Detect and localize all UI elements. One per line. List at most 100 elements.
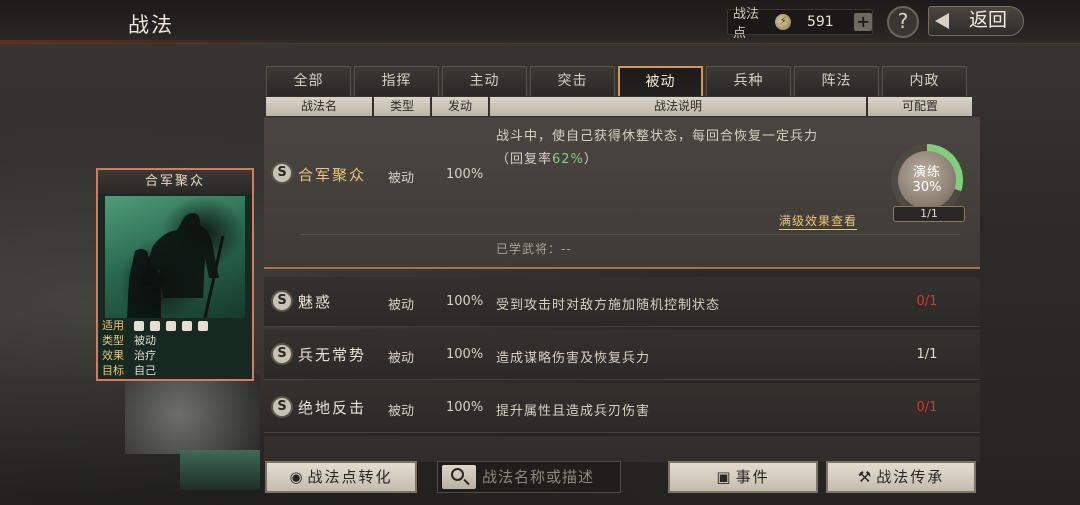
skill-point-icon: ◉ (289, 468, 305, 486)
skill-name: 合军聚众 (298, 166, 367, 184)
practice-percent: 30% (912, 180, 942, 195)
target-value: 自己 (134, 364, 156, 377)
add-points-button[interactable]: + (854, 13, 872, 31)
type-label: 类型 (102, 334, 124, 347)
siege-icon (198, 320, 208, 331)
back-label: 返回 (968, 9, 1007, 31)
recovery-rate: 62% (552, 152, 584, 167)
grade-s-badge: S (271, 396, 293, 418)
back-arrow-icon (935, 13, 949, 29)
convert-points-button[interactable]: ◉ 战法点转化 (265, 461, 417, 493)
grade-s-badge: S (271, 162, 293, 184)
tab-passive[interactable]: 被动 (618, 66, 703, 96)
top-bar-accent (0, 40, 300, 43)
header-configurable: 可配置 (868, 97, 972, 116)
skill-row-4-partial[interactable] (264, 436, 980, 462)
card-illustration (105, 196, 245, 318)
target-label: 目标 (102, 364, 124, 377)
skill-type: 被动 (388, 351, 415, 366)
card-title: 合军聚众 (98, 170, 252, 194)
skill-row-1[interactable]: S 魅惑 被动 100% 受到攻击时对敌方施加随机控制状态 0/1 (264, 277, 980, 327)
troop-type-icons (134, 318, 208, 333)
effect-value: 治疗 (134, 349, 156, 362)
apply-label: 适用 (102, 319, 124, 332)
card-info: 适用 类型 被动 效果 治疗 目标 自己 (102, 318, 252, 378)
event-label: 事件 (735, 468, 770, 486)
event-icon: ▣ (716, 468, 733, 486)
search-icon (451, 468, 464, 481)
header-type: 类型 (374, 97, 430, 116)
search-input[interactable] (482, 467, 616, 487)
effect-label: 效果 (102, 349, 124, 362)
help-button[interactable]: ? (887, 6, 919, 38)
card-effect-row: 效果 治疗 (102, 348, 252, 363)
skill-list[interactable]: S 合军聚众 被动 100% 战斗中，使自己获得休整状态，每回合恢复一定兵力 （… (264, 117, 980, 462)
skill-row-3[interactable]: S 绝地反击 被动 100% 提升属性且造成兵刃伤害 0/1 (264, 383, 980, 433)
tab-troop[interactable]: 兵种 (706, 66, 791, 96)
selected-skill-row[interactable]: S 合军聚众 被动 100% 战斗中，使自己获得休整状态，每回合恢复一定兵力 （… (264, 117, 980, 269)
tab-active[interactable]: 主动 (442, 66, 527, 96)
tab-internal[interactable]: 内政 (882, 66, 967, 96)
skill-row-2[interactable]: S 兵无常势 被动 100% 造成谋略伤害及恢复兵力 1/1 (264, 330, 980, 380)
recovery-label: （回复率 (496, 152, 553, 167)
card-apply-row: 适用 (102, 318, 252, 333)
bow-icon (166, 320, 176, 331)
header-description: 战法说明 (490, 97, 866, 116)
tab-formation[interactable]: 阵法 (794, 66, 879, 96)
page-title: 战法 (128, 13, 174, 37)
card-target-row: 目标 自己 (102, 363, 252, 378)
practice-count: 1/1 (893, 206, 965, 222)
grade-s-badge: S (271, 290, 293, 312)
cavalry-icon (134, 320, 144, 331)
card-type-row: 类型 被动 (102, 333, 252, 348)
config-count: 0/1 (916, 400, 938, 415)
tab-command[interactable]: 指挥 (354, 66, 439, 96)
row-divider (300, 234, 960, 235)
skill-trigger-rate: 100% (446, 347, 484, 362)
back-button[interactable]: 返回 (928, 6, 1024, 36)
tab-assault[interactable]: 突击 (530, 66, 615, 96)
skill-points-value: 591 (806, 14, 834, 30)
event-button[interactable]: ▣ 事件 (668, 461, 818, 493)
category-tabs: 全部 指挥 主动 突击 被动 兵种 阵法 内政 (266, 66, 967, 96)
skill-name: 绝地反击 (298, 399, 367, 417)
type-value: 被动 (134, 334, 156, 347)
skill-type: 被动 (388, 171, 415, 186)
shield-icon (150, 320, 160, 331)
card-back-art (125, 374, 260, 454)
recovery-close: ） (583, 152, 598, 167)
skill-points-label: 战法点 (733, 7, 760, 41)
top-bar: 战法 战法点 ⚡ 591 + ? 返回 (0, 0, 1080, 44)
convert-label: 战法点转化 (307, 468, 393, 486)
skill-description: 提升属性且造成兵刃伤害 (496, 404, 651, 419)
inherit-skill-button[interactable]: ⚒ 战法传承 (826, 461, 976, 493)
grade-s-badge: S (271, 343, 293, 365)
skill-type: 被动 (388, 298, 415, 313)
skill-trigger-rate: 100% (446, 294, 484, 309)
skill-name: 魅惑 (298, 293, 333, 311)
config-count: 1/1 (916, 347, 938, 362)
practice-label: 演练 (912, 165, 941, 180)
skill-card: 合军聚众 适用 类型 被动 效果 治疗 目标 自己 (96, 168, 254, 381)
hammer-icon: ⚒ (857, 468, 874, 486)
tab-all[interactable]: 全部 (266, 66, 351, 96)
learned-generals: 已学武将：-- (496, 242, 572, 256)
search-button[interactable] (442, 465, 476, 489)
header-skill-name: 战法名 (266, 97, 372, 116)
skill-description: 受到攻击时对敌方施加随机控制状态 (496, 298, 721, 313)
header-trigger: 发动 (432, 97, 488, 116)
spear-icon (182, 320, 192, 331)
skill-description: 造成谋略伤害及恢复兵力 (496, 351, 651, 366)
search-box[interactable] (437, 461, 621, 493)
full-level-effect-link[interactable]: 满级效果查看 (779, 212, 858, 230)
inherit-label: 战法传承 (876, 468, 945, 486)
skill-trigger-rate: 100% (446, 400, 484, 415)
skill-point-icon: ⚡ (775, 14, 791, 30)
skill-trigger-rate: 100% (446, 167, 484, 182)
skill-type: 被动 (388, 404, 415, 419)
card-back-art-2 (180, 450, 260, 490)
skill-points-display: 战法点 ⚡ 591 + (727, 7, 873, 41)
practice-button[interactable]: 演练 30% (898, 151, 956, 209)
skill-description-line1: 战斗中，使自己获得休整状态，每回合恢复一定兵力 (496, 129, 819, 144)
skill-description-line2: （回复率62%） (496, 148, 598, 167)
